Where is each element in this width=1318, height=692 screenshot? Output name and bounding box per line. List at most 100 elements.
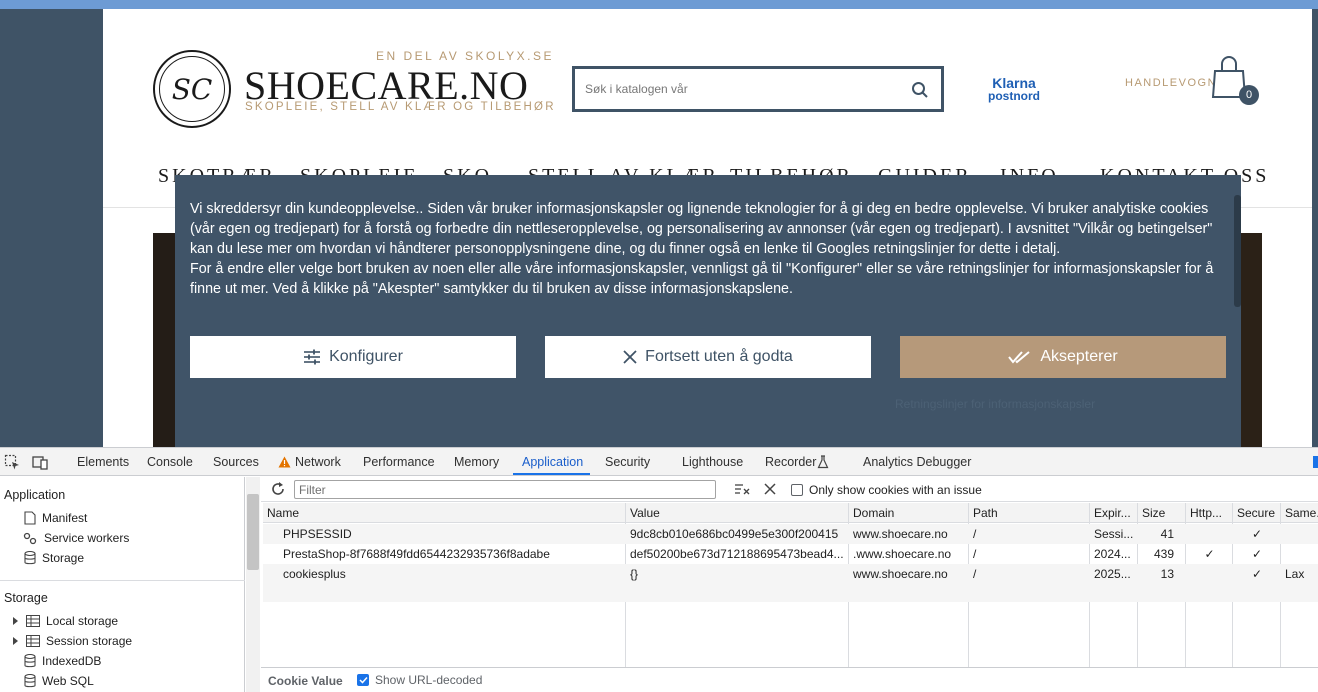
logo-emblem[interactable]: SC <box>153 50 231 128</box>
refresh-icon[interactable] <box>270 481 286 497</box>
sidebar-item-label: IndexedDB <box>42 654 102 668</box>
hero-image-right <box>1240 233 1262 447</box>
sidebar-scrollbar-thumb[interactable] <box>247 494 259 570</box>
warning-icon <box>278 456 291 468</box>
column-header-expires[interactable]: Expir... <box>1090 503 1138 523</box>
column-header-name[interactable]: Name <box>263 503 626 523</box>
column-header-secure[interactable]: Secure <box>1233 503 1281 523</box>
table-row[interactable]: PrestaShop-8f7688f49fdd6544232935736f8ad… <box>263 544 1318 564</box>
tab-performance[interactable]: Performance <box>363 455 435 469</box>
cookie-name: PHPSESSID <box>283 527 352 541</box>
cookie-domain: www.shoecare.no <box>853 527 948 541</box>
cookie-consent-text: Vi skreddersyr din kundeopplevelse.. Sid… <box>190 199 1230 299</box>
cookie-value-bar: Cookie Value Show URL-decoded <box>261 668 1318 692</box>
search-input[interactable] <box>585 79 885 99</box>
screen: SC EN DEL AV SKOLYX.SE SHOECARE.NO SKOPL… <box>0 0 1318 692</box>
sidebar-item-label: Storage <box>42 551 85 565</box>
cookie-httponly: ✓ <box>1204 547 1215 561</box>
expand-arrow-icon[interactable] <box>12 636 20 646</box>
tab-analytics-debugger[interactable]: Analytics Debugger <box>863 455 971 469</box>
column-header-size[interactable]: Size <box>1138 503 1186 523</box>
table-grid-icon <box>26 615 40 627</box>
tab-memory[interactable]: Memory <box>454 455 499 469</box>
sidebar-item-label: Web SQL <box>42 674 94 688</box>
cookie-value-label: Cookie Value <box>268 674 343 688</box>
postnord-logo: postnord <box>988 89 1040 103</box>
column-header-samesite[interactable]: Same... <box>1281 503 1318 523</box>
sidebar-item-manifest[interactable]: Manifest <box>24 511 87 525</box>
cookie-secure: ✓ <box>1251 547 1263 561</box>
application-sidebar: Application Manifest Service workers Sto… <box>0 477 245 692</box>
cookie-size: 41 <box>1160 527 1174 541</box>
cookie-consent-dialog: Vi skreddersyr din kundeopplevelse.. Sid… <box>175 175 1241 447</box>
column-header-domain[interactable]: Domain <box>849 503 969 523</box>
only-issues-checkbox[interactable]: Only show cookies with an issue <box>791 483 982 497</box>
checkbox-box[interactable] <box>791 484 803 496</box>
cookie-expires: 2024... <box>1094 547 1131 561</box>
sliders-icon <box>304 349 321 365</box>
sidebar-item-indexeddb[interactable]: IndexedDB <box>24 654 101 668</box>
cookie-toolbar: Only show cookies with an issue <box>261 477 1318 502</box>
cookie-httponly <box>1186 524 1233 544</box>
tab-application[interactable]: Application <box>522 455 583 469</box>
expand-arrow-icon[interactable] <box>12 616 20 626</box>
sidebar-item-web-sql[interactable]: Web SQL <box>24 674 94 688</box>
cookie-dialog-scrollbar[interactable] <box>1234 195 1241 307</box>
table-row[interactable]: PHPSESSID 9dc8cb010e686bc0499e5e300f2004… <box>263 524 1318 544</box>
tab-lighthouse[interactable]: Lighthouse <box>682 455 743 469</box>
accept-button[interactable]: Aksepterer <box>900 336 1226 378</box>
sidebar-divider <box>0 580 245 581</box>
clear-all-icon[interactable] <box>764 483 776 495</box>
column-header-httponly[interactable]: Http... <box>1186 503 1233 523</box>
tab-console[interactable]: Console <box>147 455 193 469</box>
cookie-value: {} <box>630 567 639 581</box>
cookies-pane: Only show cookies with an issue Name Val… <box>261 477 1318 692</box>
sidebar-item-local-storage[interactable]: Local storage <box>12 614 118 628</box>
database-icon <box>24 674 36 688</box>
cookie-path: / <box>973 567 977 581</box>
cookie-path: / <box>973 527 977 541</box>
cookie-table: Name Value Domain Path Expir... Size Htt… <box>263 503 1318 667</box>
sidebar-item-storage[interactable]: Storage <box>24 551 84 565</box>
tab-elements[interactable]: Elements <box>77 455 129 469</box>
configure-button[interactable]: Konfigurer <box>190 336 516 378</box>
cart-label[interactable]: HANDLEVOGN <box>1125 77 1217 89</box>
tab-sources[interactable]: Sources <box>213 455 259 469</box>
logo-emblem-letters: SC <box>159 56 225 122</box>
search-icon[interactable] <box>911 81 929 99</box>
logo-tagline: EN DEL AV SKOLYX.SE <box>376 49 554 63</box>
table-row[interactable]: cookiesplus {} www.shoecare.no / 2025...… <box>263 564 1318 584</box>
tab-security[interactable]: Security <box>605 455 650 469</box>
cookie-paragraph-1: Vi skreddersyr din kundeopplevelse.. Sid… <box>190 201 1213 257</box>
cookie-size: 13 <box>1160 567 1174 581</box>
sidebar-item-service-workers[interactable]: Service workers <box>22 531 129 545</box>
more-tabs-indicator[interactable] <box>1313 456 1318 468</box>
device-toolbar-icon[interactable] <box>32 454 48 470</box>
show-url-decoded-checkbox[interactable]: Show URL-decoded <box>357 673 482 687</box>
only-issues-label: Only show cookies with an issue <box>809 483 982 497</box>
sidebar-item-label: Service workers <box>44 531 130 545</box>
cookie-expires: Sessi... <box>1094 527 1134 541</box>
sidebar-item-session-storage[interactable]: Session storage <box>12 634 132 648</box>
sidebar-item-label: Local storage <box>46 614 119 628</box>
checkbox-checked[interactable] <box>357 674 369 686</box>
checkmark-icon <box>358 676 368 684</box>
sidebar-item-label: Manifest <box>42 511 88 525</box>
continue-without-accepting-button[interactable]: Fortsett uten å godta <box>545 336 871 378</box>
cookie-policy-link[interactable]: Retningslinjer for informasjonskapsler <box>895 397 1095 411</box>
cookie-samesite <box>1281 524 1318 544</box>
flask-icon <box>817 455 829 469</box>
sidebar-item-label: Session storage <box>46 634 133 648</box>
devtools-tab-bar: Elements Console Sources Network Perform… <box>0 448 1318 476</box>
inspect-element-icon[interactable] <box>4 454 20 470</box>
filter-input[interactable] <box>294 480 716 499</box>
column-header-path[interactable]: Path <box>969 503 1090 523</box>
website-viewport: SC EN DEL AV SKOLYX.SE SHOECARE.NO SKOPL… <box>0 0 1318 447</box>
clear-filtered-icon[interactable] <box>734 482 750 496</box>
cookie-paragraph-2: For å endre eller velge bort bruken av n… <box>190 261 1214 297</box>
column-header-value[interactable]: Value <box>626 503 849 523</box>
configure-button-label: Konfigurer <box>329 348 403 365</box>
tab-recorder[interactable]: Recorder <box>765 455 816 469</box>
cookie-value: def50200be673d712188695473bead4... <box>630 547 844 561</box>
tab-network[interactable]: Network <box>295 455 341 469</box>
